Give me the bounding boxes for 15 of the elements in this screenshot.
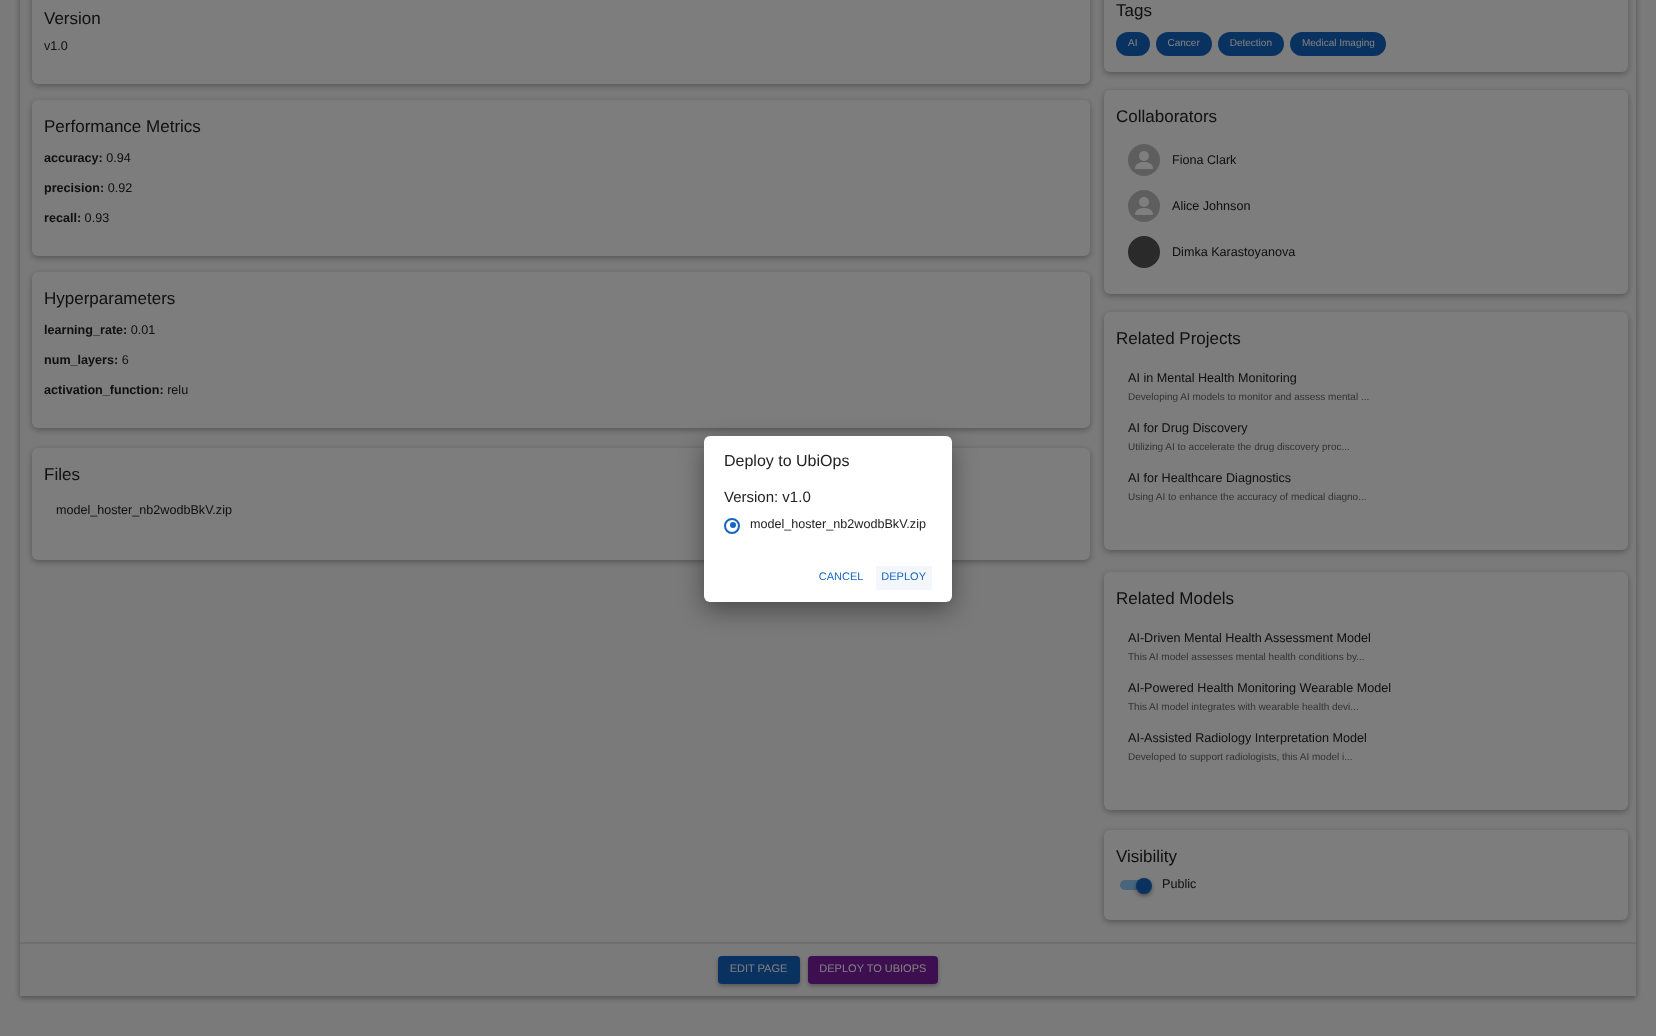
card-title: Related Projects — [1116, 328, 1243, 348]
radio-button[interactable] — [724, 517, 740, 533]
avatar-icon — [1128, 190, 1160, 222]
avatar-icon — [1128, 144, 1160, 176]
card-title: Version — [44, 8, 103, 28]
visibility-switch[interactable] — [1120, 880, 1150, 890]
card-title: Performance Metrics — [44, 116, 203, 136]
dialog-title: Deploy to UbiOps — [724, 451, 852, 469]
card-title: Visibility — [1116, 846, 1180, 866]
card-title: Files — [44, 464, 82, 484]
card-title: Collaborators — [1116, 106, 1220, 126]
card-title: Tags — [1116, 0, 1154, 20]
photo-placeholder — [1128, 236, 1160, 268]
card-title: Hyperparameters — [44, 288, 178, 308]
card-title: Related Models — [1116, 588, 1237, 608]
